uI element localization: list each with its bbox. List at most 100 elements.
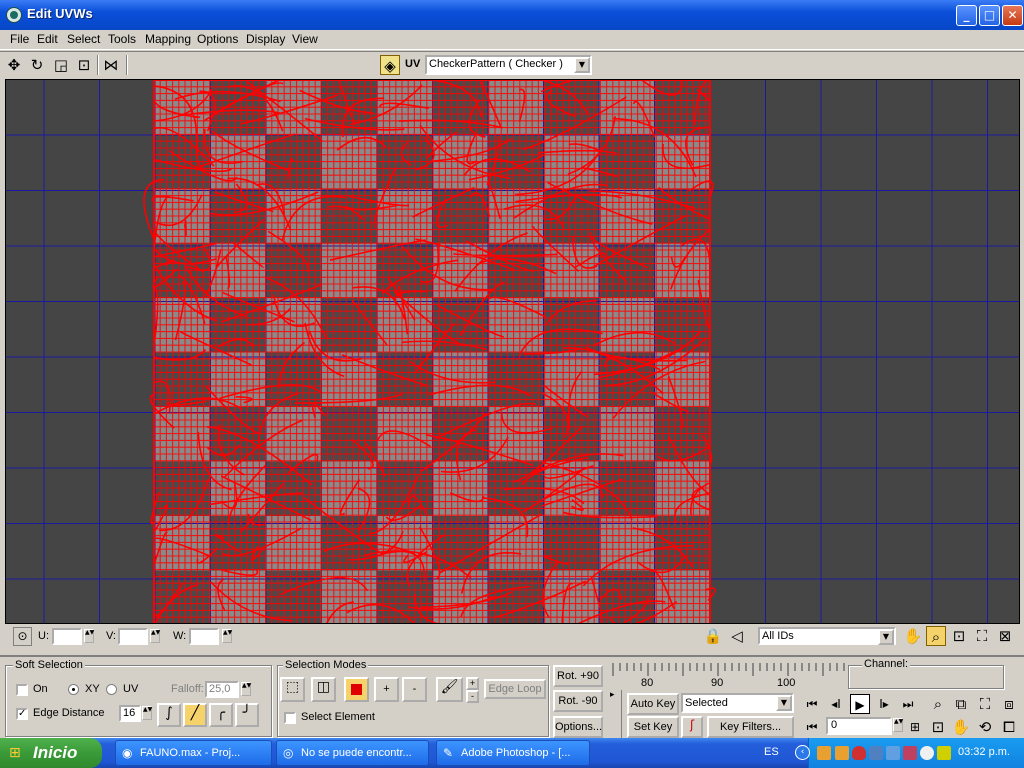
- key-curve-icon[interactable]: ʃ: [681, 716, 703, 738]
- paint-brush-icon[interactable]: 🖌: [436, 677, 463, 702]
- menu-options[interactable]: Options: [195, 32, 240, 46]
- set-key-button[interactable]: Set Key: [627, 716, 679, 738]
- language-indicator[interactable]: ES: [764, 746, 779, 758]
- falloff-linear-icon[interactable]: ╱: [183, 703, 207, 727]
- edge-loop-button[interactable]: Edge Loop: [484, 679, 546, 699]
- auto-key-button[interactable]: Auto Key: [627, 693, 679, 715]
- menu-mapping[interactable]: Mapping: [143, 32, 193, 46]
- menu-edit[interactable]: Edit: [35, 32, 60, 46]
- task-photoshop[interactable]: ✎ Adobe Photoshop - [...: [436, 740, 590, 766]
- rotate-plus-90-button[interactable]: Rot. +90: [553, 665, 603, 687]
- w-field[interactable]: [189, 628, 219, 645]
- falloff-field[interactable]: 25,0: [205, 681, 239, 698]
- start-button[interactable]: ⊞ Inicio: [0, 738, 102, 768]
- falloff-smooth-icon[interactable]: ∫: [157, 703, 181, 727]
- texture-map-icon[interactable]: ◈: [380, 55, 400, 75]
- go-to-end-icon[interactable]: ⏭: [898, 694, 918, 714]
- current-frame-field[interactable]: 0: [826, 717, 892, 735]
- v-spinner[interactable]: ▲▼: [150, 629, 160, 643]
- zoom-extents-icon[interactable]: ⛶: [975, 694, 995, 714]
- xy-radio[interactable]: [68, 684, 79, 695]
- texture-select-dropdown[interactable]: CheckerPattern ( Checker ) ▼: [425, 55, 592, 75]
- w-spinner[interactable]: ▲▼: [222, 629, 232, 643]
- menu-select[interactable]: Select: [65, 32, 102, 46]
- face-mode-icon[interactable]: [344, 677, 369, 702]
- brush-shrink-button[interactable]: -: [466, 690, 479, 703]
- soft-selection-on-checkbox[interactable]: [16, 684, 28, 696]
- panda-icon[interactable]: [920, 746, 934, 760]
- brush-grow-button[interactable]: +: [466, 677, 479, 690]
- edge-distance-checkbox[interactable]: ✓: [16, 708, 28, 720]
- edge-distance-field[interactable]: 16: [119, 705, 141, 722]
- zoom-icon[interactable]: ⌕: [926, 626, 946, 646]
- uv-viewport[interactable]: [5, 79, 1020, 624]
- task-error-dialog[interactable]: ◎ No se puede encontr...: [276, 740, 429, 766]
- u-spinner[interactable]: ▲▼: [84, 629, 94, 643]
- menu-tools[interactable]: Tools: [106, 32, 138, 46]
- absolute-mode-icon[interactable]: ⊙: [13, 627, 32, 646]
- shield-icon[interactable]: [852, 746, 866, 760]
- show-map-icon[interactable]: ⊠: [995, 626, 1015, 646]
- zoom-extents-all-icon[interactable]: ⧈: [999, 694, 1019, 714]
- freeform-icon[interactable]: ⊡: [74, 55, 94, 75]
- tray-app-icon[interactable]: [903, 746, 917, 760]
- key-mode-toggle-icon[interactable]: ⏮: [802, 717, 822, 737]
- grow-selection-button[interactable]: +: [374, 677, 399, 702]
- tray-expand-icon[interactable]: ‹: [795, 745, 810, 760]
- menu-view[interactable]: View: [290, 32, 320, 46]
- network-icon[interactable]: [869, 746, 883, 760]
- speaker-icon[interactable]: [937, 746, 951, 760]
- falloff-fast-out-icon[interactable]: ╯: [235, 703, 259, 727]
- timeline-collapse-icon[interactable]: ▸: [610, 690, 622, 740]
- go-to-start-icon[interactable]: ⏮: [802, 694, 822, 714]
- falloff-spinner[interactable]: ▲▼: [241, 682, 251, 696]
- timeline-ruler[interactable]: 80 90 100: [610, 660, 848, 690]
- id-filter-dropdown[interactable]: All IDs ▼: [758, 627, 896, 645]
- close-button[interactable]: ✕: [1002, 5, 1023, 26]
- scale-icon[interactable]: ◲: [51, 55, 71, 75]
- menu-display[interactable]: Display: [244, 32, 287, 46]
- edge-mode-icon[interactable]: ◫: [311, 677, 336, 702]
- falloff-slow-out-icon[interactable]: ╭: [209, 703, 233, 727]
- frame-spinner[interactable]: ▲▼: [893, 718, 903, 732]
- tray-app-icon[interactable]: [817, 746, 831, 760]
- maximize-viewport-icon[interactable]: ⧠: [999, 717, 1019, 737]
- play-icon[interactable]: ▶: [850, 694, 870, 714]
- v-field[interactable]: [118, 628, 148, 645]
- pan-view-icon[interactable]: ✋: [951, 717, 971, 737]
- shrink-selection-button[interactable]: -: [402, 677, 427, 702]
- chevron-down-icon[interactable]: ▼: [878, 629, 894, 645]
- title-bar[interactable]: Edit UVWs _ □ ✕: [0, 0, 1024, 30]
- zoom-icon[interactable]: ⌕: [928, 694, 948, 714]
- paint-select-icon[interactable]: ◁: [727, 626, 747, 646]
- time-config-icon[interactable]: ⊞: [905, 717, 925, 737]
- key-mode-dropdown[interactable]: Selected ▼: [681, 693, 794, 713]
- chevron-down-icon[interactable]: ▼: [776, 695, 792, 711]
- task-fauno[interactable]: ◉ FAUNO.max - Proj...: [115, 740, 272, 766]
- monitor-icon[interactable]: [886, 746, 900, 760]
- select-element-checkbox[interactable]: [284, 712, 296, 724]
- menu-file[interactable]: File: [8, 32, 31, 46]
- uv-radio[interactable]: [106, 684, 117, 695]
- field-of-view-icon[interactable]: ⊡: [928, 717, 948, 737]
- rotate-minus-90-button[interactable]: Rot. -90: [553, 690, 603, 712]
- zoom-all-icon[interactable]: ⧉: [951, 694, 971, 714]
- maximize-button[interactable]: □: [979, 5, 1000, 26]
- chevron-down-icon[interactable]: ▼: [574, 57, 590, 73]
- lock-icon[interactable]: 🔒: [703, 626, 723, 646]
- mirror-icon[interactable]: ⋈: [101, 55, 121, 75]
- next-frame-icon[interactable]: Ⅰ▸: [874, 694, 894, 714]
- options-button[interactable]: Options...: [553, 716, 603, 738]
- uv-canvas[interactable]: [6, 80, 1020, 624]
- edge-distance-spinner[interactable]: ▲▼: [142, 706, 152, 720]
- minimize-button[interactable]: _: [956, 5, 977, 26]
- key-filters-button[interactable]: Key Filters...: [707, 716, 794, 738]
- zoom-region-icon[interactable]: ⊡: [949, 626, 969, 646]
- tray-app-icon[interactable]: [835, 746, 849, 760]
- u-field[interactable]: [52, 628, 82, 645]
- arc-rotate-icon[interactable]: ⟲: [975, 717, 995, 737]
- rotate-icon[interactable]: ↻: [27, 55, 47, 75]
- previous-frame-icon[interactable]: ◂Ⅰ: [826, 694, 846, 714]
- pan-icon[interactable]: ✋: [903, 626, 923, 646]
- move-icon[interactable]: ✥: [4, 55, 24, 75]
